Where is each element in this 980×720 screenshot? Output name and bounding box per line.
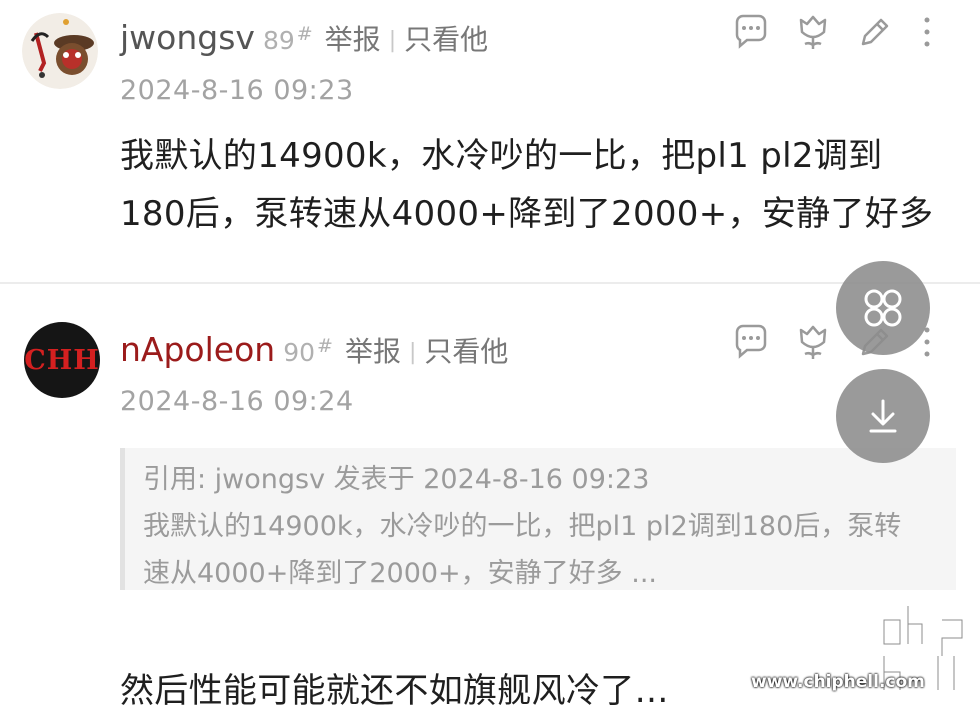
floor-mark: #	[296, 22, 313, 45]
tulip-like-icon[interactable]	[793, 322, 833, 362]
download-icon	[869, 399, 897, 433]
content-line: 180后，泵转速从4000+降到了2000+，安静了好多	[120, 194, 934, 234]
quote-line: 速从4000+降到了2000+，安静了好多 ...	[143, 558, 658, 589]
avatar-text: CHH	[24, 344, 100, 376]
content-line: 我默认的14900k，水冷吵的一比，把pl1 pl2调到	[120, 136, 883, 176]
comment-icon[interactable]	[731, 322, 771, 362]
username-row: jwongsv 89 # 举报 | 只看他	[120, 18, 488, 58]
report-link[interactable]: 举报	[345, 335, 401, 368]
download-button[interactable]	[836, 369, 930, 463]
post-content: 然后性能可能就还不如旗舰风冷了…	[120, 671, 669, 711]
username[interactable]: nApoleon	[120, 330, 275, 369]
quote-line: 我默认的14900k，水冷吵的一比，把pl1 pl2调到180后，泵转	[143, 511, 902, 542]
report-link[interactable]: 举报	[325, 23, 381, 56]
avatar-image	[22, 13, 98, 89]
username[interactable]: jwongsv	[120, 18, 255, 57]
floor-number: 89 #	[262, 22, 313, 55]
post-date: 2024-8-16 09:23	[120, 75, 354, 106]
floor-value: 90	[283, 338, 316, 367]
comment-icon[interactable]	[731, 12, 771, 52]
grid-menu-button[interactable]	[836, 261, 930, 355]
floor-number: 90 #	[283, 334, 333, 367]
watermark-url: www.chiphell.com	[751, 672, 925, 692]
separator: |	[388, 28, 397, 53]
avatar[interactable]: CHH	[24, 322, 100, 398]
grid-menu-icon	[864, 289, 902, 327]
quote-block: 引用: jwongsv 发表于 2024-8-16 09:23 我默认的1490…	[120, 448, 956, 590]
tulip-like-icon[interactable]	[793, 12, 833, 52]
avatar[interactable]	[22, 13, 98, 89]
quote-header: 引用: jwongsv 发表于 2024-8-16 09:23	[143, 464, 650, 495]
post-divider	[0, 282, 980, 284]
only-view-link[interactable]: 只看他	[404, 23, 488, 56]
username-row: nApoleon 90 # 举报 | 只看他	[120, 330, 508, 370]
only-view-link[interactable]: 只看他	[424, 335, 508, 368]
floor-mark: #	[317, 334, 333, 357]
pencil-edit-icon[interactable]	[855, 12, 895, 52]
more-vertical-icon[interactable]	[912, 12, 942, 52]
floor-value: 89	[262, 26, 295, 55]
separator: |	[408, 340, 417, 365]
post-date: 2024-8-16 09:24	[120, 386, 354, 417]
post-content: 我默认的14900k，水冷吵的一比，把pl1 pl2调到 180后，泵转速从40…	[120, 127, 933, 243]
